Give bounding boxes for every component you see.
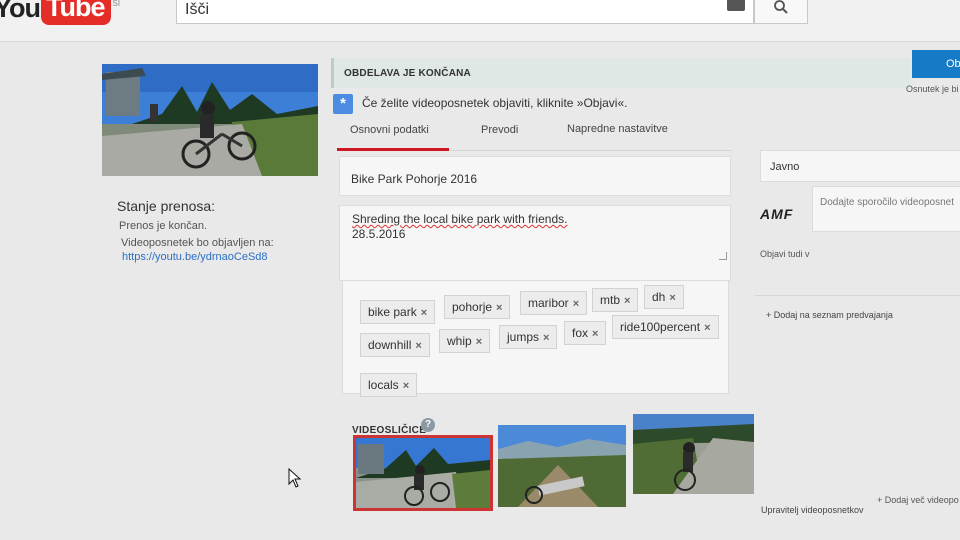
mouse-cursor-icon	[288, 468, 302, 488]
tag-label: pohorje	[452, 300, 493, 314]
video-title-input[interactable]: Bike Park Pohorje 2016	[339, 156, 731, 196]
video-preview-image	[102, 64, 318, 176]
share-message-input[interactable]: Dodajte sporočilo videoposnet	[812, 186, 960, 232]
tag-chip[interactable]: ride100percent ×	[612, 315, 719, 339]
tag-label: whip	[447, 334, 472, 348]
search-input[interactable]	[177, 0, 697, 25]
search-button[interactable]	[754, 0, 808, 24]
tag-remove-icon[interactable]: ×	[415, 340, 421, 352]
tag-label: maribor	[528, 296, 569, 310]
processing-status-bar: OBDELAVA JE KONČANA	[331, 58, 911, 88]
tag-label: fox	[572, 326, 589, 340]
tag-label: bike park	[368, 305, 417, 319]
tag-remove-icon[interactable]: ×	[592, 328, 598, 340]
tag-remove-icon[interactable]: ×	[403, 380, 409, 392]
channel-logo: AMF	[760, 206, 794, 222]
share-also-label: Objavi tudi v	[760, 249, 810, 259]
video-url-link[interactable]: https://youtu.be/ydrnaoCeSd8	[122, 251, 268, 263]
tag-remove-icon[interactable]: ×	[624, 295, 630, 307]
tag-chip[interactable]: pohorje ×	[444, 295, 511, 319]
logo-country-code: SI	[112, 0, 121, 8]
youtube-logo[interactable]: You Tube SI	[0, 0, 120, 25]
draft-saved-note: Osnutek je bi	[906, 84, 959, 94]
video-manager-link[interactable]: Upravitelj videoposnetkov	[761, 505, 864, 515]
info-icon: *	[333, 94, 353, 114]
help-icon[interactable]: ?	[421, 418, 435, 432]
tag-chip[interactable]: maribor ×	[520, 291, 588, 315]
tags-input[interactable]: bike park × pohorje × maribor × mtb × dh × do…	[342, 280, 729, 397]
video-preview[interactable]	[102, 64, 318, 176]
search-box[interactable]	[176, 0, 754, 25]
thumbnail-image	[633, 414, 754, 494]
tag-label: locals	[368, 378, 399, 392]
publish-button[interactable]: Obj	[912, 50, 960, 78]
video-description-textarea[interactable]: Shreding the local bike park with friend…	[339, 205, 731, 281]
tag-chip[interactable]: jumps ×	[499, 325, 558, 349]
tag-label: downhill	[368, 338, 412, 352]
active-tab-indicator	[337, 148, 449, 151]
tag-chip[interactable]: mtb ×	[592, 288, 639, 312]
processing-label: OBDELAVA JE KONČANA	[344, 68, 471, 79]
tab-translations[interactable]: Prevodi	[481, 124, 518, 136]
tag-label: ride100percent	[620, 320, 701, 334]
tab-basic-info[interactable]: Osnovni podatki	[350, 124, 429, 136]
thumbnail-option-2[interactable]	[498, 425, 626, 507]
upload-status-text: Prenos je končan.	[119, 220, 208, 232]
privacy-select[interactable]: Javno	[760, 150, 960, 182]
thumbnail-option-1[interactable]	[353, 435, 493, 511]
add-to-playlist-button[interactable]: + Dodaj na seznam predvajanja	[766, 310, 893, 320]
publish-hint-message: Če želite videoposnetek objaviti, klikni…	[362, 96, 628, 110]
thumbnail-option-3[interactable]	[633, 414, 754, 494]
description-line-1: Shreding the local bike park with friend…	[352, 212, 568, 226]
tab-advanced-settings[interactable]: Napredne nastavitve	[567, 123, 668, 135]
right-panel-divider	[755, 295, 960, 296]
logo-tube-text: Tube	[41, 0, 111, 25]
tag-remove-icon[interactable]: ×	[496, 302, 502, 314]
tag-label: mtb	[600, 293, 621, 307]
tag-remove-icon[interactable]: ×	[669, 292, 675, 304]
resize-handle-icon[interactable]	[719, 252, 727, 260]
tag-chip[interactable]: locals ×	[360, 373, 418, 397]
search-icon	[774, 0, 788, 14]
tag-remove-icon[interactable]: ×	[704, 322, 710, 334]
keyboard-icon[interactable]	[727, 0, 745, 11]
tag-chip[interactable]: fox ×	[564, 321, 607, 345]
tag-chip[interactable]: whip ×	[439, 329, 491, 353]
tag-chip[interactable]: downhill ×	[360, 333, 430, 357]
tag-remove-icon[interactable]: ×	[421, 307, 427, 319]
tag-remove-icon[interactable]: ×	[543, 332, 549, 344]
tag-chip[interactable]: bike park ×	[360, 300, 436, 324]
thumbnail-image	[356, 438, 490, 508]
masthead: You Tube SI	[0, 0, 960, 42]
tag-label: jumps	[507, 330, 540, 344]
description-line-2: 28.5.2016	[352, 227, 406, 241]
tag-remove-icon[interactable]: ×	[476, 336, 482, 348]
upload-status-title: Stanje prenosa:	[117, 198, 216, 214]
tag-chip[interactable]: dh ×	[644, 285, 684, 309]
publish-url-label: Videoposnetek bo objavljen na:	[121, 237, 274, 249]
thumbnail-image	[498, 425, 626, 507]
add-more-videos-link[interactable]: + Dodaj več videopo	[877, 495, 959, 505]
logo-you-text: You	[0, 0, 41, 23]
tag-remove-icon[interactable]: ×	[573, 298, 579, 310]
tag-label: dh	[652, 290, 666, 304]
